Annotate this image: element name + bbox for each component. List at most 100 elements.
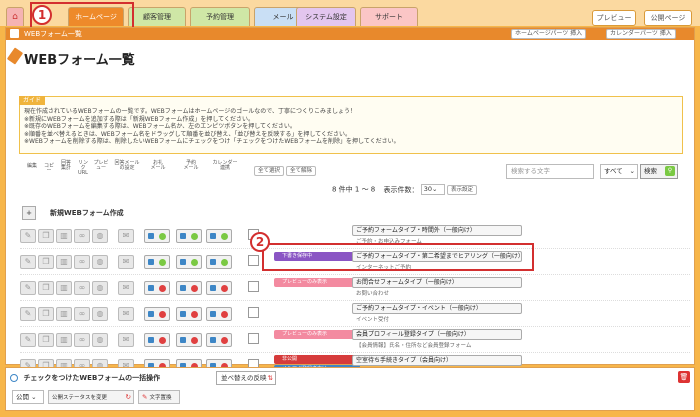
search-button[interactable]: 検索 ⚲ — [640, 164, 678, 179]
form-subtitle: お問い合わせ — [356, 291, 390, 297]
search-button-label: 検索 — [644, 167, 657, 175]
calendar-parts-insert-button[interactable]: カレンダーパーツ 挿入 — [606, 29, 676, 39]
mail-icon[interactable]: ✉ — [118, 333, 134, 347]
form-subtitle: イベント受付 — [356, 317, 390, 323]
tab-customer[interactable]: 顧客管理 — [128, 7, 186, 26]
sort-reflect-button[interactable]: 並べ替えの反映 ⇅ — [216, 371, 276, 385]
tab-label: メール — [272, 13, 294, 21]
search-input[interactable]: 検索する文字 — [506, 164, 594, 179]
chart-icon[interactable]: ▥ — [56, 255, 72, 269]
link-icon[interactable]: ∞ — [74, 229, 90, 243]
mail-setting-icon[interactable] — [144, 281, 170, 295]
calendar-setting-icon[interactable] — [206, 333, 232, 347]
row-checkbox[interactable] — [248, 333, 259, 344]
copy-icon[interactable]: ❐ — [38, 307, 54, 321]
copy-icon[interactable]: ❐ — [38, 281, 54, 295]
link-icon[interactable]: ∞ — [74, 255, 90, 269]
mail-icon[interactable]: ✉ — [118, 281, 134, 295]
form-title-link[interactable]: お問合せフォームタイプ（一般向け） — [352, 277, 522, 288]
reserve-setting-icon[interactable] — [176, 281, 202, 295]
pencil-icon — [6, 47, 24, 65]
tab-home[interactable]: ⌂ — [6, 7, 24, 26]
link-icon[interactable]: ∞ — [74, 307, 90, 321]
calendar-setting-icon[interactable] — [206, 255, 232, 269]
reserve-setting-icon[interactable] — [176, 307, 202, 321]
public-status-select[interactable]: 公開 ⌄ — [12, 390, 44, 404]
pencil-icon[interactable]: ✎ — [20, 333, 36, 347]
link-icon[interactable]: ∞ — [74, 333, 90, 347]
calendar-setting-icon[interactable] — [206, 281, 232, 295]
display-settings-button[interactable]: 表示設定 — [446, 184, 477, 195]
preview-icon[interactable]: ◍ — [92, 333, 108, 347]
preview-icon[interactable]: ◍ — [92, 281, 108, 295]
tab-support[interactable]: サポート — [360, 7, 418, 26]
mail-icon[interactable]: ✉ — [118, 229, 134, 243]
pencil-icon[interactable]: ✎ — [20, 229, 36, 243]
chevron-down-icon: ⌄ — [629, 167, 635, 175]
homepage-parts-insert-button[interactable]: ホームページパーツ 挿入 — [511, 29, 587, 39]
toolbar-thanks-mail: お礼 メール — [150, 160, 166, 171]
status-change-button[interactable]: 公開ステータスを変更 ↻ — [48, 390, 134, 404]
guide-line: ※順番を並べ替えるときは、WEBフォーム名をドラッグして順番を並び替え、「並び替… — [24, 130, 351, 138]
calendar-setting-icon[interactable] — [206, 229, 232, 243]
copy-icon[interactable]: ❐ — [38, 255, 54, 269]
chart-icon[interactable]: ▥ — [56, 307, 72, 321]
form-title-link[interactable]: 空室待ち手続きタイプ（会員向け） — [352, 355, 522, 366]
page-title: WEBフォーム一覧 — [24, 53, 135, 68]
link-icon[interactable]: ∞ — [74, 281, 90, 295]
tab-label: サポート — [375, 13, 403, 21]
chart-icon[interactable]: ▥ — [56, 333, 72, 347]
per-page-select[interactable]: 30⌄ — [420, 184, 445, 195]
toolbar-calendar: カレンダー 連携 — [212, 160, 238, 171]
preview-icon[interactable]: ◍ — [92, 307, 108, 321]
pencil-icon[interactable]: ✎ — [20, 255, 36, 269]
toolbar-copy: コピー — [43, 163, 54, 174]
mail-setting-icon[interactable] — [144, 307, 170, 321]
preview-icon[interactable]: ◍ — [92, 255, 108, 269]
batch-footer: チェックをつけたWEBフォームの一括操作 並べ替えの反映 ⇅ 🗑 公開 ⌄ 公開… — [5, 367, 695, 411]
copy-icon[interactable]: ❐ — [38, 333, 54, 347]
pencil-icon[interactable]: ✎ — [20, 307, 36, 321]
form-title-link[interactable]: ご予約フォームタイプ・イベント（一般向け） — [352, 303, 522, 314]
mail-icon[interactable]: ✉ — [118, 255, 134, 269]
plus-icon[interactable]: + — [22, 206, 36, 220]
guide-line: ※既存のWEBフォームを編集する際は、WEBフォーム名か、左のエンピツボタンを押… — [24, 123, 296, 130]
filter-select[interactable]: すべて ⌄ — [600, 164, 638, 179]
row-checkbox[interactable] — [248, 255, 259, 266]
chart-icon[interactable]: ▥ — [56, 281, 72, 295]
form-title-link[interactable]: ご予約フォームタイプ・時間外（一般向け） — [352, 225, 522, 236]
mail-setting-icon[interactable] — [144, 229, 170, 243]
mail-setting-icon[interactable] — [144, 333, 170, 347]
char-replace-button[interactable]: ✎ 文字置換 — [138, 390, 180, 404]
trash-icon[interactable]: 🗑 — [678, 371, 690, 383]
row-checkbox[interactable] — [248, 281, 259, 292]
chart-icon[interactable]: ▥ — [56, 229, 72, 243]
mail-icon[interactable]: ✉ — [118, 307, 134, 321]
preview-button[interactable]: プレビュー — [592, 10, 636, 26]
reserve-setting-icon[interactable] — [176, 229, 202, 243]
copy-icon[interactable]: ❐ — [38, 229, 54, 243]
mail-setting-icon[interactable] — [144, 255, 170, 269]
reserve-setting-icon[interactable] — [176, 255, 202, 269]
pagination-count: 8 件中 1 ～ 8 表示件数： 30⌄ 表示設定 — [332, 184, 477, 195]
reserve-setting-icon[interactable] — [176, 333, 202, 347]
select-all-button[interactable]: 全て選択 — [254, 166, 285, 176]
preview-icon[interactable]: ◍ — [92, 229, 108, 243]
guide-line: ※新規にWEBフォームを追加する際は「新規WEBフォーム作成」を押してください。 — [24, 115, 254, 123]
tab-system[interactable]: システム設定 — [296, 7, 356, 26]
refresh-icon: ↻ — [125, 393, 131, 401]
batch-label: チェックをつけたWEBフォームの一括操作 — [10, 371, 186, 385]
toolbar-edit: 編集 — [26, 163, 37, 169]
pencil-icon[interactable]: ✎ — [20, 281, 36, 295]
table-row: ✎ ❐ ▥ ∞ ◍ ✉ プレビューのみ表示 会員プロフィール登録タイプ（一般向け） 【会員情報】… — [20, 327, 690, 353]
row-checkbox[interactable] — [248, 307, 259, 318]
form-title-link[interactable]: 会員プロフィール登録タイプ（一般向け） — [352, 329, 522, 340]
breadcrumb: WEBフォーム一覧 — [24, 30, 82, 38]
callout-1: 1 — [32, 5, 52, 25]
guide-line: 現在作成されているWEBフォームの一覧です。WEBフォームはホームページのゴール… — [24, 108, 357, 115]
new-form-button[interactable]: 新規WEBフォーム作成 — [50, 206, 124, 220]
deselect-all-button[interactable]: 全て解除 — [286, 166, 317, 176]
calendar-setting-icon[interactable] — [206, 307, 232, 321]
tab-reservation[interactable]: 予約管理 — [190, 7, 250, 26]
public-page-button[interactable]: 公開ページ — [644, 10, 692, 26]
